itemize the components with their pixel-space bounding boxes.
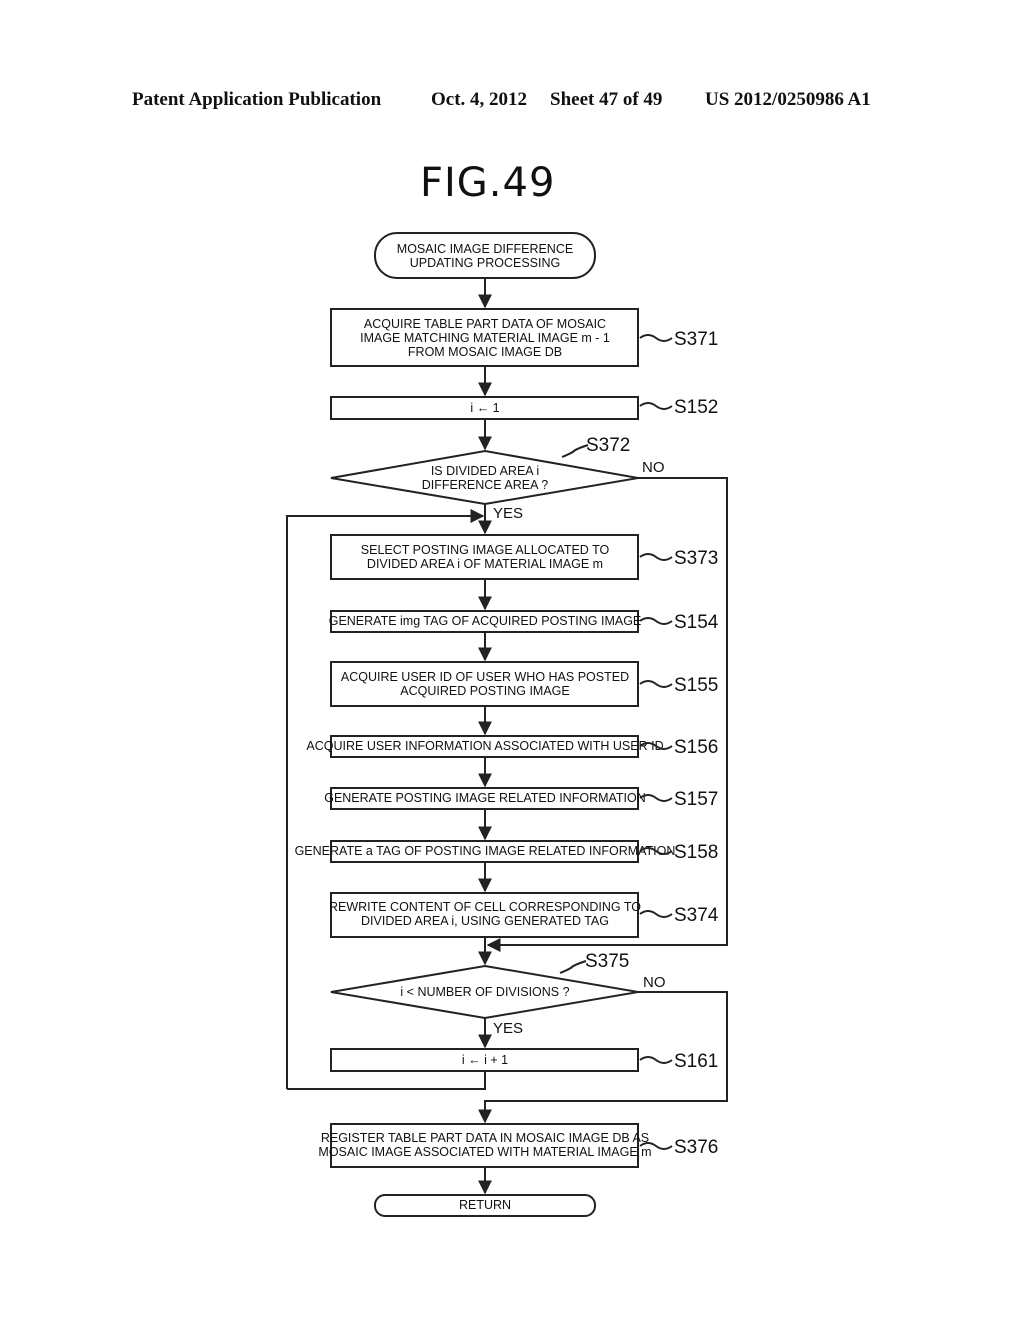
step-s376-text: MOSAIC IMAGE ASSOCIATED WITH MATERIAL IM… [318, 1145, 651, 1159]
label-s372-leader [561, 444, 589, 458]
label-s152: S152 [674, 397, 718, 418]
label-s155: S155 [674, 675, 718, 696]
label-s154-leader [639, 617, 673, 625]
step-s152-text: i ← 1 [470, 401, 499, 415]
label-s156: S156 [674, 737, 718, 758]
step-s373-text: SELECT POSTING IMAGE ALLOCATED TO [361, 543, 610, 557]
label-s374-leader [639, 910, 673, 918]
label-s157: S157 [674, 789, 718, 810]
label-s161-leader [639, 1056, 673, 1064]
label-s372: S372 [586, 435, 630, 456]
label-s155-leader [639, 680, 673, 688]
step-s373-text: DIVIDED AREA i OF MATERIAL IMAGE m [367, 557, 603, 571]
label-s154: S154 [674, 612, 719, 633]
label-s158: S158 [674, 842, 718, 863]
step-s155-text: ACQUIRED POSTING IMAGE [400, 684, 569, 698]
step-s158-text: GENERATE a TAG OF POSTING IMAGE RELATED … [295, 844, 676, 858]
step-s371-text: ACQUIRE TABLE PART DATA OF MOSAIC [364, 317, 606, 331]
step-s155-text: ACQUIRE USER ID OF USER WHO HAS POSTED [341, 670, 629, 684]
decision-s372-no: NO [642, 459, 665, 476]
label-s371: S371 [674, 329, 718, 350]
step-s374-text: REWRITE CONTENT OF CELL CORRESPONDING TO [329, 900, 641, 914]
step-s371-text: FROM MOSAIC IMAGE DB [408, 345, 562, 359]
step-s371-text: IMAGE MATCHING MATERIAL IMAGE m - 1 [360, 331, 610, 345]
step-s156-text: ACQUIRE USER INFORMATION ASSOCIATED WITH… [306, 739, 663, 753]
label-s376: S376 [674, 1137, 718, 1158]
label-s152-leader [639, 402, 673, 410]
step-s161-text: i ← i + 1 [462, 1053, 508, 1067]
decision-s375-text: i < NUMBER OF DIVISIONS ? [400, 985, 569, 999]
start-terminator-text: MOSAIC IMAGE DIFFERENCE [397, 242, 573, 256]
step-s374-text: DIVIDED AREA i, USING GENERATED TAG [361, 914, 609, 928]
flowchart: MOSAIC IMAGE DIFFERENCEUPDATING PROCESSI… [286, 232, 728, 1217]
decision-s375-yes: YES [493, 1020, 523, 1037]
label-s161: S161 [674, 1051, 718, 1072]
decision-s375-no: NO [643, 974, 666, 991]
label-s373: S373 [674, 548, 718, 569]
return-terminator-text: RETURN [459, 1198, 511, 1212]
start-terminator-text: UPDATING PROCESSING [410, 256, 560, 270]
step-s376-text: REGISTER TABLE PART DATA IN MOSAIC IMAGE… [321, 1131, 649, 1145]
decision-s372-text: DIFFERENCE AREA ? [422, 478, 548, 492]
label-s374: S374 [674, 905, 719, 926]
decision-s372-text: IS DIVIDED AREA i [431, 464, 539, 478]
step-s154-text: GENERATE img TAG OF ACQUIRED POSTING IMA… [329, 614, 642, 628]
label-s375: S375 [585, 951, 629, 972]
step-s157-text: GENERATE POSTING IMAGE RELATED INFORMATI… [324, 791, 646, 805]
label-s373-leader [639, 553, 673, 561]
arrow-s161-loop [287, 1071, 486, 1090]
decision-s372-yes: YES [493, 505, 523, 522]
label-s371-leader [639, 334, 673, 342]
label-s375-leader [559, 960, 587, 974]
